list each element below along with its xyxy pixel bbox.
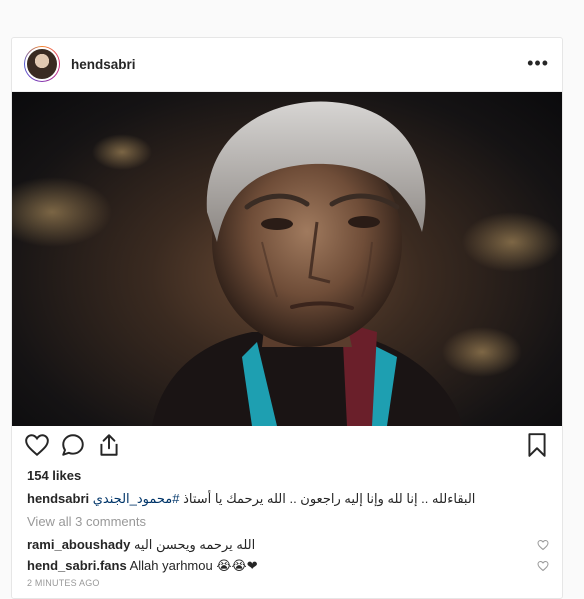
caption-username[interactable]: hendsabri — [27, 491, 89, 506]
caption: hendsabri البقاءلله .. إنا لله وإنا إليه… — [27, 491, 547, 507]
avatar-image — [25, 47, 59, 81]
heart-icon[interactable] — [24, 432, 50, 458]
post-timestamp[interactable]: 2 MINUTES AGO — [27, 578, 100, 588]
comment-like-heart-icon[interactable] — [537, 560, 549, 572]
comment-item: rami_aboushady الله يرحمه ويحسن اليه — [27, 537, 547, 553]
post-header: hendsabri ••• — [12, 38, 562, 92]
comment-username[interactable]: hend_sabri.fans — [27, 558, 127, 573]
post-card: hendsabri ••• 154 likes hendsabri البقاء… — [11, 37, 563, 599]
avatar[interactable] — [24, 46, 60, 82]
more-options-icon[interactable]: ••• — [527, 54, 549, 72]
share-icon[interactable] — [96, 432, 122, 458]
caption-body: البقاءلله .. إنا لله وإنا إليه راجعون ..… — [183, 491, 476, 506]
comment-username[interactable]: rami_aboushady — [27, 537, 130, 552]
post-username[interactable]: hendsabri — [71, 57, 136, 72]
post-image[interactable] — [12, 92, 562, 426]
comment-text: الله يرحمه ويحسن اليه — [133, 537, 256, 552]
comment-like-heart-icon[interactable] — [537, 539, 549, 551]
caption-hashtag[interactable]: #محمود_الجندي — [93, 491, 180, 506]
comment-icon[interactable] — [60, 432, 86, 458]
likes-count[interactable]: 154 likes — [27, 468, 81, 483]
portrait-illustration — [12, 101, 562, 426]
action-bar — [12, 432, 562, 462]
view-all-comments-link[interactable]: View all 3 comments — [27, 514, 146, 529]
bookmark-icon[interactable] — [524, 432, 550, 458]
comment-text: Allah yarhmou 😭😭❤ — [129, 558, 258, 573]
caption-text: البقاءلله .. إنا لله وإنا إليه راجعون ..… — [93, 491, 476, 506]
comment-item: hend_sabri.fans Allah yarhmou 😭😭❤ — [27, 558, 547, 574]
